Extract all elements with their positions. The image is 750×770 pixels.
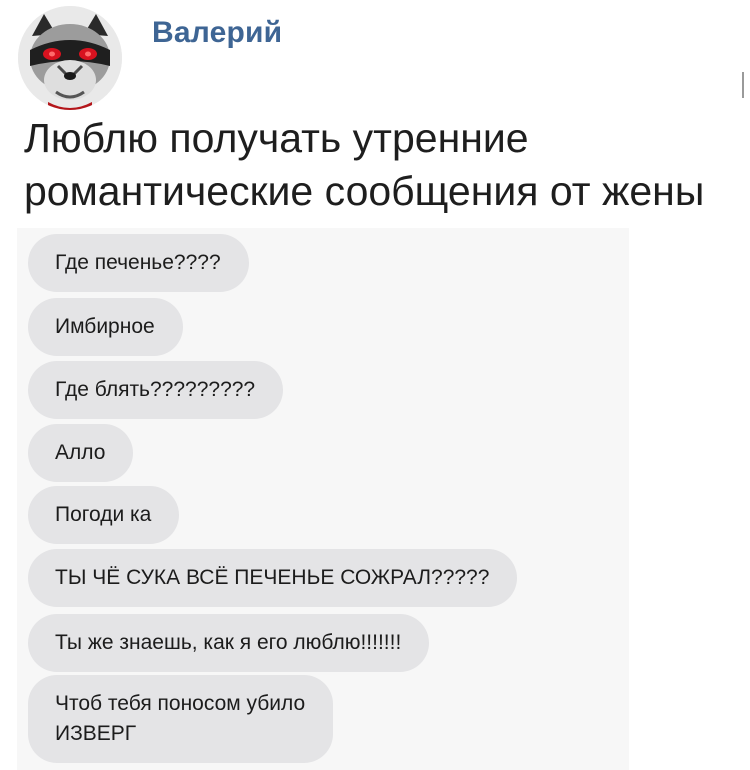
post-card: Валерий Люблю получать утренние романтич… [0, 0, 750, 770]
message-bubble: ТЫ ЧЁ СУКА ВСЁ ПЕЧЕНЬЕ СОЖРАЛ????? [28, 549, 518, 607]
raccoon-avatar-icon [18, 6, 122, 110]
avatar[interactable] [18, 6, 122, 110]
message-bubble: Имбирное [28, 298, 183, 356]
message-bubble: Где печенье???? [28, 234, 249, 292]
message-bubble: Где блять????????? [28, 361, 284, 419]
message-line-2: ИЗВЕРГ [55, 722, 137, 745]
message-bubble: Чтоб тебя поносом убило ИЗВЕРГ [28, 675, 334, 763]
post-text: Люблю получать утренние романтические со… [24, 112, 734, 218]
message-bubble: Погоди ка [28, 486, 180, 544]
author-name[interactable]: Валерий [152, 16, 282, 50]
post-text-line-2: романтические сообщения от жены [24, 168, 705, 214]
post-header: Валерий [18, 6, 282, 110]
scrollbar-mark [742, 72, 744, 98]
message-bubble: Ты же знаешь, как я его люблю!!!!!!! [28, 614, 430, 672]
message-line-1: Чтоб тебя поносом убило [55, 692, 306, 715]
message-bubble: Алло [28, 424, 134, 482]
chat-screenshot: Где печенье???? Имбирное Где блять??????… [17, 228, 629, 770]
post-text-line-1: Люблю получать утренние [24, 115, 529, 161]
